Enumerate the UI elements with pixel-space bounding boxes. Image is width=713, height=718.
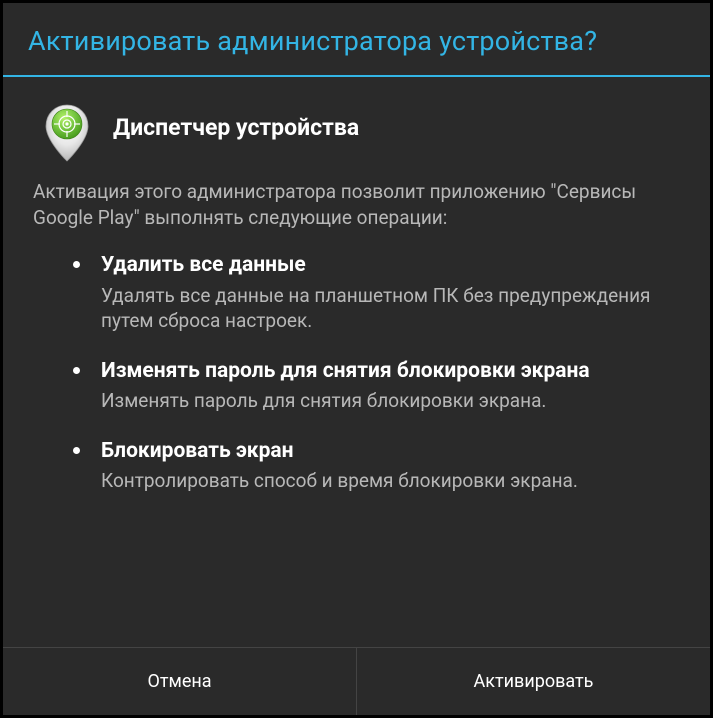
button-bar: Отмена Активировать xyxy=(3,647,710,715)
permissions-list: Удалить все данные Удалять все данные на… xyxy=(33,252,680,493)
dialog-title: Активировать администратора устройства? xyxy=(28,25,685,57)
permission-desc: Удалять все данные на планшетном ПК без … xyxy=(101,283,680,334)
permission-title: Блокировать экран xyxy=(101,438,680,464)
permission-item: Изменять пароль для снятия блокировки эк… xyxy=(73,358,680,414)
app-name: Диспетчер устройства xyxy=(113,114,359,141)
permission-title: Удалить все данные xyxy=(101,252,680,278)
activate-button[interactable]: Активировать xyxy=(356,648,710,715)
permission-desc: Контролировать способ и время блокировки… xyxy=(101,468,680,494)
permission-desc: Изменять пароль для снятия блокировки эк… xyxy=(101,388,680,414)
dialog-header: Активировать администратора устройства? xyxy=(3,3,710,75)
device-manager-icon xyxy=(43,103,91,151)
device-admin-dialog: Активировать администратора устройства? xyxy=(0,0,713,718)
permission-item: Удалить все данные Удалять все данные на… xyxy=(73,252,680,334)
cancel-button[interactable]: Отмена xyxy=(3,648,356,715)
app-row: Диспетчер устройства xyxy=(43,103,680,151)
intro-text: Активация этого администратора позволит … xyxy=(33,179,680,230)
permission-item: Блокировать экран Контролировать способ … xyxy=(73,438,680,494)
permission-title: Изменять пароль для снятия блокировки эк… xyxy=(101,358,680,384)
dialog-content: Диспетчер устройства Активация этого адм… xyxy=(3,77,710,647)
